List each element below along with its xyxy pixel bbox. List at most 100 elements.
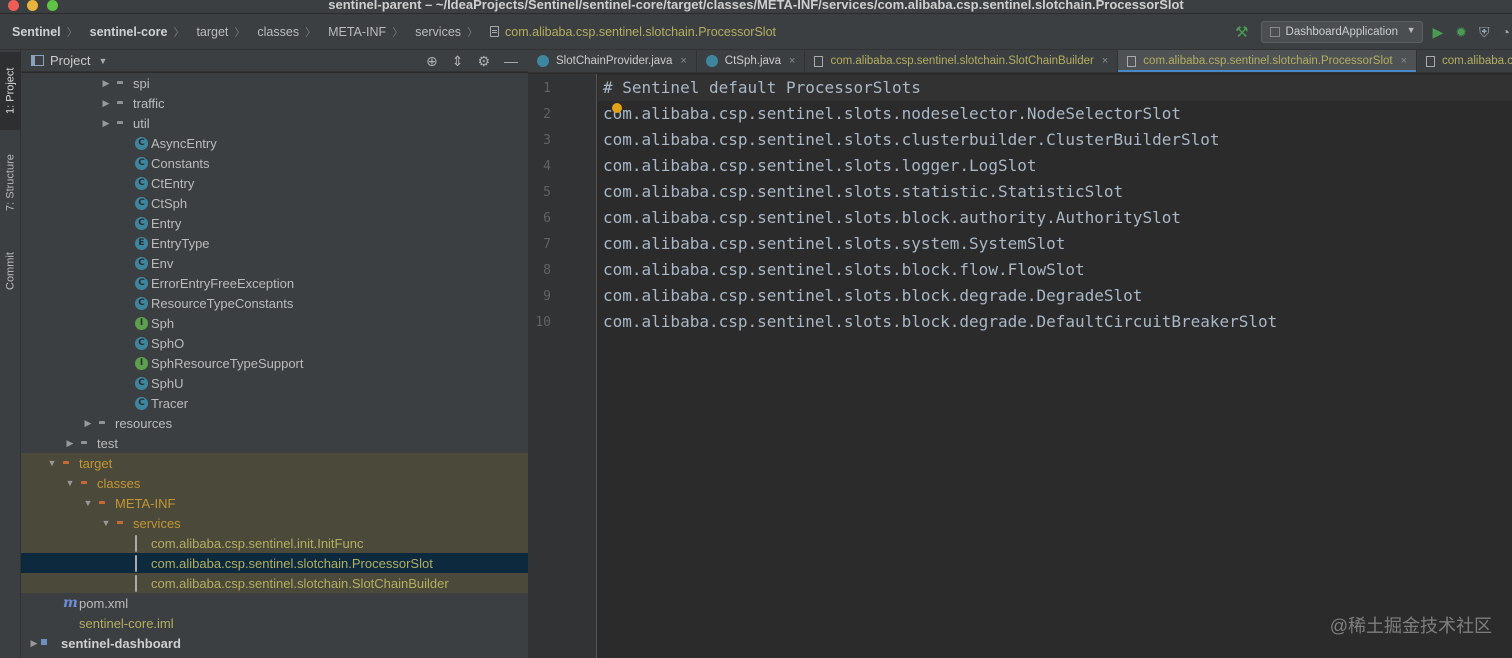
collapsed-arrow-icon[interactable]: ▶ xyxy=(101,78,111,89)
text-file-icon xyxy=(135,554,137,572)
editor-tab[interactable]: com.alibaba.csp.sentinel.slotchain.Proce… xyxy=(1118,50,1418,72)
code-line[interactable]: com.alibaba.csp.sentinel.slots.logger.Lo… xyxy=(603,153,1036,179)
tree-item[interactable]: I SphResourceTypeSupport xyxy=(21,353,528,373)
gear-icon[interactable]: ⚙ xyxy=(477,53,490,70)
project-panel-header: Project ▼ ⊕ ⇕ ⚙ — xyxy=(21,50,528,72)
tree-item[interactable]: ▼ target xyxy=(21,453,528,473)
collapsed-arrow-icon[interactable]: ▶ xyxy=(65,438,75,449)
tree-item[interactable]: C CtSph xyxy=(21,193,528,213)
tab-commit[interactable]: Commit xyxy=(0,240,21,302)
hide-icon[interactable]: — xyxy=(504,53,518,69)
tree-item[interactable]: C Env xyxy=(21,253,528,273)
code-line[interactable]: com.alibaba.csp.sentinel.slots.nodeselec… xyxy=(603,101,1181,127)
tree-item-label: SphU xyxy=(151,375,184,391)
breadcrumb-item[interactable]: services xyxy=(403,25,461,39)
tree-item[interactable]: C SphU xyxy=(21,373,528,393)
tab-project[interactable]: 1: Project xyxy=(0,52,21,130)
tree-item[interactable]: I Sph xyxy=(21,313,528,333)
tree-item-label: resources xyxy=(115,415,173,431)
breadcrumb-item[interactable]: sentinel-core xyxy=(78,25,168,39)
tree-item[interactable]: C Constants xyxy=(21,153,528,173)
text-file-icon xyxy=(1426,55,1436,67)
class-icon: C xyxy=(135,256,148,270)
code-editor[interactable]: # Sentinel default ProcessorSlots com.ali… xyxy=(598,74,1512,658)
editor-tab[interactable]: SlotChainProvider.java × xyxy=(528,50,697,72)
abstract-class-icon: C xyxy=(135,216,148,230)
tree-item[interactable]: ▶ spi xyxy=(21,73,528,93)
tree-item-label: com.alibaba.csp.sentinel.init.InitFunc xyxy=(151,535,364,551)
breadcrumb-separator: 〉 xyxy=(467,26,479,39)
code-line[interactable]: com.alibaba.csp.sentinel.slots.block.flo… xyxy=(603,257,1085,283)
collapsed-arrow-icon[interactable]: ▶ xyxy=(29,638,39,649)
tree-item[interactable]: C AsyncEntry xyxy=(21,133,528,153)
expanded-arrow-icon[interactable]: ▼ xyxy=(47,458,57,468)
code-line[interactable]: com.alibaba.csp.sentinel.slots.statistic… xyxy=(603,179,1123,205)
watermark: @稀土掘金技术社区 xyxy=(1329,616,1492,636)
close-tab-icon[interactable]: × xyxy=(789,55,795,67)
tree-item[interactable]: C ResourceTypeConstants xyxy=(21,293,528,313)
tree-item[interactable]: ▶ util xyxy=(21,113,528,133)
run-configuration-select[interactable]: DashboardApplication ▼ xyxy=(1260,21,1423,43)
collapsed-arrow-icon[interactable]: ▶ xyxy=(83,418,93,429)
tab-structure-label: 7: Structure xyxy=(4,154,17,212)
tree-item[interactable]: ▶ test xyxy=(21,433,528,453)
close-tab-icon[interactable]: × xyxy=(1401,55,1407,67)
tree-item-label: target xyxy=(79,455,113,471)
editor-tab[interactable]: com.alibaba.csp.sentinel.slotchain.SlotC… xyxy=(805,50,1119,72)
close-tab-icon[interactable]: × xyxy=(1102,55,1108,67)
tree-item[interactable]: com.alibaba.csp.sentinel.slotchain.Proce… xyxy=(21,553,528,573)
code-line[interactable]: com.alibaba.csp.sentinel.slots.clusterbu… xyxy=(603,127,1220,153)
collapsed-arrow-icon[interactable]: ▶ xyxy=(101,118,111,129)
breadcrumb-item[interactable]: target xyxy=(184,25,228,39)
tree-item[interactable]: C SphO xyxy=(21,333,528,353)
editor-tab-label: com.alibaba.csp.sentinel.init.InitFunc xyxy=(1442,55,1512,67)
line-number: 6 xyxy=(543,211,551,226)
tree-item[interactable]: C Entry xyxy=(21,213,528,233)
tree-item[interactable]: ▶ traffic xyxy=(21,93,528,113)
editor-tab[interactable]: com.alibaba.csp.sentinel.init.InitFunc xyxy=(1417,50,1512,72)
project-view-selector[interactable]: Project ▼ xyxy=(31,53,107,68)
class-icon: C xyxy=(135,396,148,410)
profile-icon[interactable]: ◔ xyxy=(1502,24,1510,40)
editor-tab[interactable]: CtSph.java × xyxy=(697,50,806,72)
coverage-icon[interactable]: ⛨ xyxy=(1479,24,1490,41)
class-icon: C xyxy=(135,276,148,290)
tree-item[interactable]: ▼ services xyxy=(21,513,528,533)
breadcrumb-item[interactable]: classes xyxy=(245,25,299,39)
code-line[interactable]: com.alibaba.csp.sentinel.slots.block.deg… xyxy=(603,309,1277,335)
tree-item[interactable]: C Tracer xyxy=(21,393,528,413)
run-icon[interactable]: ▶ xyxy=(1433,24,1444,41)
tree-item-label: CtSph xyxy=(151,195,188,211)
project-icon xyxy=(31,55,44,66)
expanded-arrow-icon[interactable]: ▼ xyxy=(101,518,111,528)
intention-bulb-icon[interactable] xyxy=(612,103,622,113)
tree-item[interactable]: ▼ classes xyxy=(21,473,528,493)
editor-tab-bar: SlotChainProvider.java × CtSph.java × com.al… xyxy=(528,50,1512,73)
breadcrumb-file[interactable]: com.alibaba.csp.sentinel.slotchain.Proce… xyxy=(478,25,776,39)
tree-item[interactable]: ▼ META-INF xyxy=(21,493,528,513)
tree-item[interactable]: E EntryType xyxy=(21,233,528,253)
tree-item[interactable]: com.alibaba.csp.sentinel.slotchain.SlotC… xyxy=(21,573,528,593)
expanded-arrow-icon[interactable]: ▼ xyxy=(65,478,75,488)
code-line[interactable]: com.alibaba.csp.sentinel.slots.block.deg… xyxy=(603,283,1142,309)
tree-item[interactable]: m pom.xml xyxy=(21,593,528,613)
close-tab-icon[interactable]: × xyxy=(680,55,686,67)
code-line[interactable]: com.alibaba.csp.sentinel.slots.system.Sy… xyxy=(603,231,1065,257)
code-line[interactable]: # Sentinel default ProcessorSlots xyxy=(598,75,1512,101)
tree-item[interactable]: sentinel-core.iml xyxy=(21,613,528,633)
tree-item[interactable]: ▶ sentinel-dashboard xyxy=(21,633,528,653)
locate-icon[interactable]: ⊕ xyxy=(426,53,438,70)
breadcrumb-item[interactable]: Sentinel xyxy=(0,25,61,39)
tree-item[interactable]: C CtEntry xyxy=(21,173,528,193)
tree-item[interactable]: com.alibaba.csp.sentinel.init.InitFunc xyxy=(21,533,528,553)
tab-structure[interactable]: 7: Structure xyxy=(0,140,21,226)
collapsed-arrow-icon[interactable]: ▶ xyxy=(101,98,111,109)
debug-icon[interactable]: ✹ xyxy=(1455,24,1467,41)
expanded-arrow-icon[interactable]: ▼ xyxy=(83,498,93,508)
breadcrumb-item[interactable]: META-INF xyxy=(316,25,386,39)
code-line[interactable]: com.alibaba.csp.sentinel.slots.block.aut… xyxy=(603,205,1181,231)
collapse-all-icon[interactable]: ⇕ xyxy=(452,53,464,70)
tree-item[interactable]: C ErrorEntryFreeException xyxy=(21,273,528,293)
tree-item[interactable]: ▶ resources xyxy=(21,413,528,433)
hammer-icon[interactable]: ⚒ xyxy=(1235,23,1248,41)
